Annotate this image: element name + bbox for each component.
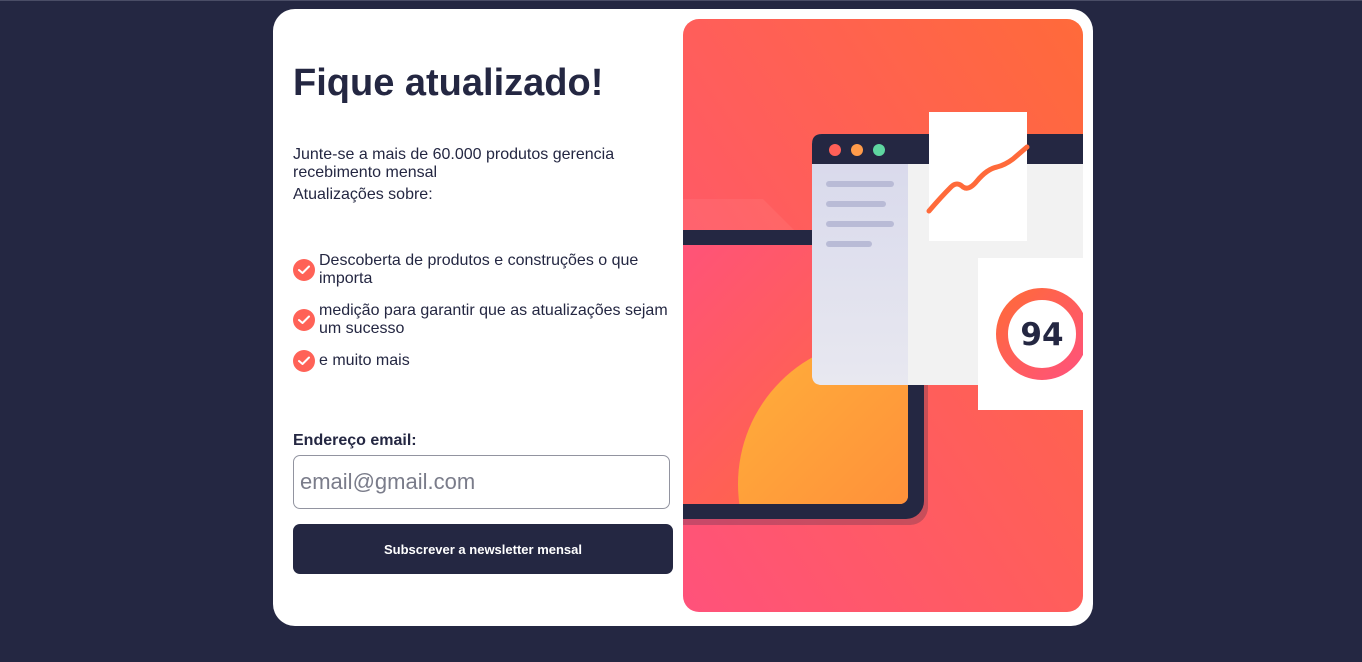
email-field[interactable]	[293, 455, 670, 509]
feature-text: e muito mais	[319, 352, 410, 369]
intro-text: Junte-se a mais de 60.000 produtos geren…	[293, 146, 615, 181]
dashboard-illustration: 94	[683, 19, 1083, 612]
updates-label: Atualizações sobre:	[293, 186, 433, 203]
feature-item: Descoberta de produtos e construções o q…	[293, 252, 677, 288]
feature-text: medição para garantir que as atualizaçõe…	[319, 302, 668, 337]
subscribe-button[interactable]: Subscrever a newsletter mensal	[293, 524, 673, 574]
feature-text: Descoberta de produtos e construções o q…	[319, 252, 639, 287]
window-dot-orange	[851, 144, 863, 156]
check-circle-icon	[293, 350, 315, 372]
page-title: Fique atualizado!	[293, 62, 604, 104]
feature-item: e muito mais	[293, 350, 677, 372]
signup-panel: Fique atualizado! Junte-se a mais de 60.…	[293, 9, 677, 626]
check-circle-icon	[293, 259, 315, 281]
score-value: 94	[1020, 317, 1063, 353]
top-border-line	[0, 0, 1362, 1]
window-dot-green	[873, 144, 885, 156]
window-dot-red	[829, 144, 841, 156]
feature-item: medição para garantir que as atualizaçõe…	[293, 302, 677, 338]
feature-list: Descoberta de produtos e construções o q…	[293, 252, 677, 384]
hero-illustration: 94	[683, 19, 1083, 612]
check-circle-icon	[293, 309, 315, 331]
email-label: Endereço email:	[293, 432, 417, 449]
newsletter-card: Fique atualizado! Junte-se a mais de 60.…	[273, 9, 1093, 626]
